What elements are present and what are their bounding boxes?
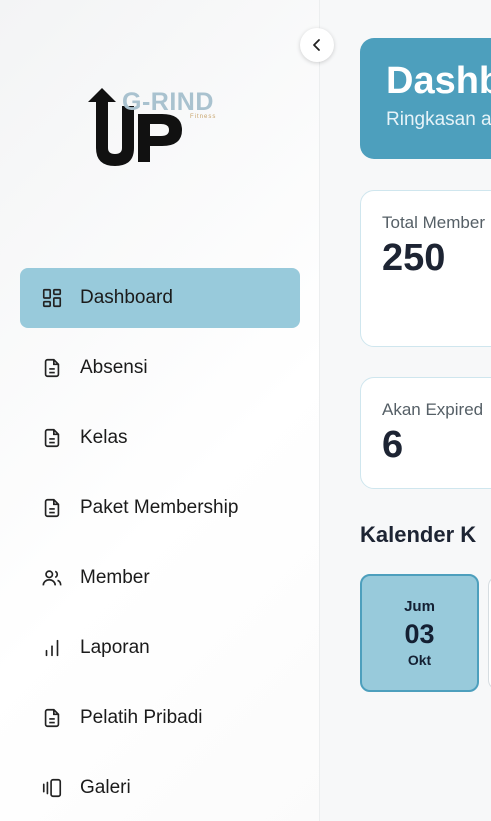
page-subtitle: Ringkasan a [386,109,491,130]
sidebar-item-label: Laporan [80,637,150,658]
document-icon [40,356,64,380]
sidebar-item-label: Dashboard [80,287,173,308]
sidebar-nav: Dashboard Absensi Kelas Paket Membership… [20,268,300,821]
header-banner: Dashb Ringkasan a [360,38,491,159]
stat-label: Total Member [382,213,485,232]
stat-value: 250 [382,237,446,279]
stat-label: Akan Expired [382,400,484,419]
sidebar-item-label: Member [80,567,150,588]
document-icon [40,426,64,450]
stat-value: 6 [382,424,404,466]
sidebar-item-label: Paket Membership [80,497,239,518]
sidebar-item-dashboard[interactable]: Dashboard [20,268,300,328]
page-title: Dashb [386,60,491,102]
sidebar-item-member[interactable]: Member [20,548,300,608]
sidebar-item-label: Kelas [80,427,128,448]
main-content: Dashb Ringkasan a Total Member 250 Akan … [320,0,491,821]
sidebar-item-label: Galeri [80,777,131,798]
document-icon [40,706,64,730]
sidebar-item-paket-membership[interactable]: Paket Membership [20,478,300,538]
dashboard-icon [40,286,64,310]
day-number: 03 [404,619,435,649]
day-month: Okt [407,652,432,668]
sidebar-item-galeri[interactable]: Galeri [20,758,300,818]
app-logo[interactable]: G-RIND Fitness [86,88,236,168]
sidebar-item-absensi[interactable]: Absensi [20,338,300,398]
sidebar-item-label: Pelatih Pribadi [80,707,203,728]
calendar-day-selected[interactable]: Jum 03 Okt [360,574,479,692]
sidebar-item-laporan[interactable]: Laporan [20,618,300,678]
logo-grind-text: G-RIND [122,88,214,116]
stat-card-akan-expired: Akan Expired 6 [360,377,491,489]
sidebar-item-label: Absensi [80,357,148,378]
logo-fitness-text: Fitness [190,114,217,120]
calendar-title: Kalender K [360,522,477,547]
gallery-icon [40,776,64,800]
bar-chart-icon [40,636,64,660]
stat-card-total-member: Total Member 250 [360,190,491,347]
sidebar-item-kelas[interactable]: Kelas [20,408,300,468]
sidebar-collapse-button[interactable] [300,28,334,62]
day-name: Jum [404,598,435,615]
users-icon [40,566,64,590]
sidebar-item-pelatih-pribadi[interactable]: Pelatih Pribadi [20,688,300,748]
chevron-left-icon [313,39,320,51]
sidebar: G-RIND Fitness Dashboard Absensi Kelas P… [0,0,320,821]
document-icon [40,496,64,520]
